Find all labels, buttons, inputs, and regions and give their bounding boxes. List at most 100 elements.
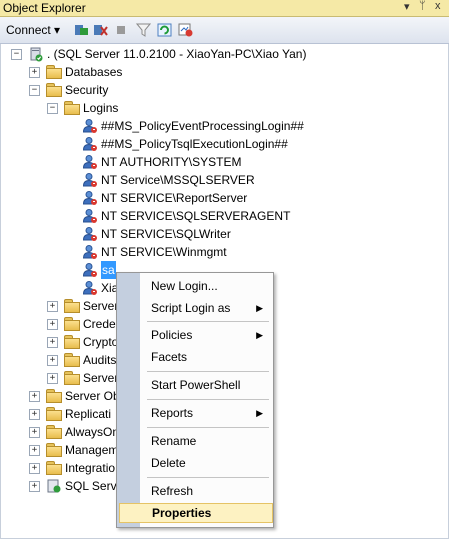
node-label: Integratio (65, 461, 116, 475)
menu-separator (147, 321, 269, 322)
tree-node-login[interactable]: ##MS_PolicyTsqlExecutionLogin## (1, 135, 448, 153)
expand-icon[interactable]: + (29, 391, 40, 402)
submenu-arrow-icon: ▶ (256, 303, 263, 313)
close-icon[interactable]: x (435, 0, 441, 12)
submenu-arrow-icon: ▶ (256, 330, 263, 340)
login-label: NT SERVICE\SQLSERVERAGENT (101, 209, 291, 223)
dropdown-icon[interactable]: ▾ (404, 0, 410, 13)
collapse-icon[interactable]: − (47, 103, 58, 114)
folder-icon (46, 461, 62, 475)
submenu-arrow-icon: ▶ (256, 408, 263, 418)
menu-item-new-login[interactable]: New Login... (119, 276, 271, 296)
expand-icon[interactable]: + (47, 301, 58, 312)
tree-node-login[interactable]: NT Service\MSSQLSERVER (1, 171, 448, 189)
folder-open-icon (46, 83, 62, 97)
connect-object-icon[interactable] (74, 23, 89, 37)
login-user-icon (82, 173, 97, 187)
pin-icon[interactable]: ᛘ (419, 0, 426, 12)
expand-icon[interactable]: + (29, 445, 40, 456)
expand-icon[interactable]: + (47, 373, 58, 384)
tree-node-login[interactable]: NT SERVICE\ReportServer (1, 189, 448, 207)
folder-icon (64, 317, 80, 331)
activity-monitor-icon[interactable] (178, 23, 193, 37)
menu-item-refresh[interactable]: Refresh (119, 481, 271, 501)
tree-node-login[interactable]: ##MS_PolicyEventProcessingLogin## (1, 117, 448, 135)
node-label: Server Ob (65, 389, 120, 403)
object-explorer-titlebar: Object Explorer ▾ ᛘ x (0, 0, 449, 17)
filter-icon[interactable] (136, 23, 151, 37)
folder-icon (46, 443, 62, 457)
expand-icon[interactable]: + (29, 481, 40, 492)
login-label: NT Service\MSSQLSERVER (101, 173, 255, 187)
folder-open-icon (64, 101, 80, 115)
login-label: NT SERVICE\ReportServer (101, 191, 248, 205)
menu-item-label: Refresh (151, 484, 194, 498)
node-label: Replicati (65, 407, 112, 421)
login-label: sa (101, 261, 116, 279)
login-label: NT SERVICE\SQLWriter (101, 227, 231, 241)
disconnect-icon[interactable] (93, 23, 108, 37)
menu-item-properties[interactable]: Properties (119, 503, 273, 523)
folder-icon (64, 299, 80, 313)
menu-item-label: Start PowerShell (151, 378, 241, 392)
expand-icon[interactable]: + (29, 463, 40, 474)
menu-item-delete[interactable]: Delete (119, 453, 271, 473)
server-label: . (SQL Server 11.0.2100 - XiaoYan-PC\Xia… (47, 47, 307, 61)
menu-separator (147, 477, 269, 478)
login-user-icon (82, 227, 97, 241)
folder-icon (46, 407, 62, 421)
expand-icon[interactable]: + (29, 409, 40, 420)
node-label: Server (83, 371, 119, 385)
menu-item-facets[interactable]: Facets (119, 347, 271, 367)
folder-icon (46, 425, 62, 439)
menu-item-label: Delete (151, 456, 186, 470)
login-label: NT SERVICE\Winmgmt (101, 245, 227, 259)
collapse-icon[interactable]: − (29, 85, 40, 96)
sql-agent-icon (47, 479, 61, 493)
menu-item-label: Properties (152, 506, 212, 520)
folder-icon (64, 371, 80, 385)
menu-item-script-login[interactable]: Script Login as ▶ (119, 298, 271, 318)
menu-item-label: Rename (151, 434, 197, 448)
expand-icon[interactable]: + (29, 427, 40, 438)
menu-item-label: Policies (151, 328, 193, 342)
tree-node-login[interactable]: NT SERVICE\SQLSERVERAGENT (1, 207, 448, 225)
tree-node-login[interactable]: NT SERVICE\Winmgmt (1, 243, 448, 261)
tree-node-server[interactable]: − . (SQL Server 11.0.2100 - XiaoYan-PC\X… (1, 45, 448, 63)
menu-item-reports[interactable]: Reports ▶ (119, 403, 271, 423)
menu-item-label: New Login... (151, 279, 218, 293)
node-label: Managem (65, 443, 119, 457)
node-label: Server (83, 299, 119, 313)
expand-icon[interactable]: + (47, 355, 58, 366)
node-label: SQL Serve (65, 479, 124, 493)
expand-icon[interactable]: + (47, 337, 58, 348)
refresh-icon[interactable] (157, 23, 172, 37)
menu-item-rename[interactable]: Rename (119, 431, 271, 451)
security-label: Security (65, 83, 109, 97)
login-user-icon (82, 245, 97, 259)
login-user-icon (82, 119, 97, 133)
context-menu: New Login... Script Login as ▶ Policies ▶ … (116, 272, 274, 528)
tree-node-login[interactable]: NT SERVICE\SQLWriter (1, 225, 448, 243)
menu-separator (147, 427, 269, 428)
menu-item-label: Facets (151, 350, 188, 364)
login-user-icon (82, 137, 97, 151)
server-icon (30, 47, 43, 62)
login-label: NT AUTHORITY\SYSTEM (101, 155, 242, 169)
menu-item-start-powershell[interactable]: Start PowerShell (119, 375, 271, 395)
tree-node-logins[interactable]: − Logins (1, 99, 448, 117)
node-label: Crypto (83, 335, 119, 349)
collapse-icon[interactable]: − (11, 49, 22, 60)
connect-button[interactable]: Connect ▾ (6, 23, 60, 37)
tree-node-security[interactable]: − Security (1, 81, 448, 99)
tree-node-databases[interactable]: + Databases (1, 63, 448, 81)
expand-icon[interactable]: + (29, 67, 40, 78)
stop-icon[interactable] (114, 23, 129, 37)
tree-node-login[interactable]: NT AUTHORITY\SYSTEM (1, 153, 448, 171)
menu-item-policies[interactable]: Policies ▶ (119, 325, 271, 345)
expand-icon[interactable]: + (47, 319, 58, 330)
databases-label: Databases (65, 65, 123, 79)
object-explorer-toolbar: Connect ▾ (0, 17, 449, 44)
node-label: AlwaysOn (65, 425, 120, 439)
menu-item-label: Script Login as (151, 301, 231, 315)
